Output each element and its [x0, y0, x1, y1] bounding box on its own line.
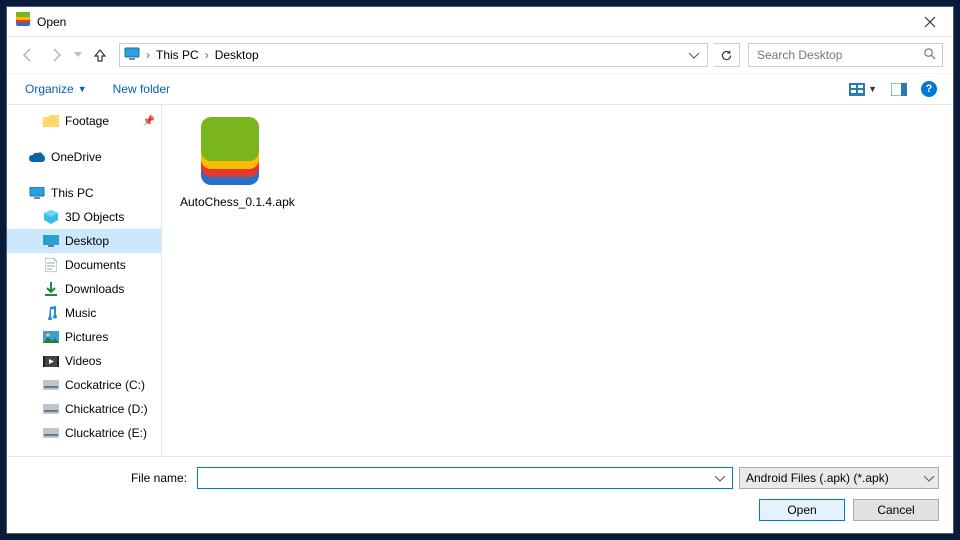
- sidebar-item-thispc[interactable]: This PC: [7, 181, 161, 205]
- preview-pane-button[interactable]: [887, 80, 911, 99]
- search-icon: [923, 47, 936, 63]
- back-button[interactable]: [15, 42, 41, 68]
- file-pane[interactable]: AutoChess_0.1.4.apk: [162, 105, 953, 456]
- desktop-icon: [43, 235, 59, 247]
- cancel-button[interactable]: Cancel: [853, 499, 939, 521]
- sidebar-item-music[interactable]: Music: [7, 301, 161, 325]
- sidebar-item-footage[interactable]: Footage 📌: [7, 109, 161, 133]
- download-icon: [43, 282, 59, 296]
- app-icon: [15, 12, 31, 31]
- up-button[interactable]: [87, 42, 113, 68]
- search-input[interactable]: [755, 47, 923, 63]
- filename-label: File name:: [21, 471, 191, 485]
- titlebar: Open: [7, 7, 953, 37]
- recent-dropdown-icon[interactable]: [71, 42, 85, 68]
- filetype-filter[interactable]: Android Files (.apk) (*.apk): [739, 467, 939, 489]
- open-dialog: Open › This PC › Desktop: [6, 6, 954, 534]
- breadcrumb-thispc[interactable]: This PC: [152, 44, 203, 66]
- pin-icon: 📌: [143, 116, 155, 127]
- chevron-down-icon: ▼: [78, 84, 87, 94]
- monitor-icon: [29, 187, 45, 200]
- view-options-button[interactable]: ▼: [845, 80, 881, 99]
- chevron-down-icon: [924, 471, 934, 485]
- music-icon: [43, 306, 59, 320]
- sidebar-item-onedrive[interactable]: OneDrive: [7, 145, 161, 169]
- window-title: Open: [37, 15, 907, 29]
- sidebar-item-drive-e[interactable]: Cluckatrice (E:): [7, 421, 161, 445]
- filename-input[interactable]: [202, 470, 712, 486]
- cube-icon: [43, 210, 59, 224]
- chevron-right-icon: ›: [144, 48, 152, 62]
- drive-icon: [43, 404, 59, 414]
- sidebar-item-videos[interactable]: Videos: [7, 349, 161, 373]
- filetype-label: Android Files (.apk) (*.apk): [746, 471, 924, 485]
- filename-combo[interactable]: [197, 467, 733, 489]
- open-button[interactable]: Open: [759, 499, 845, 521]
- sidebar-item-desktop[interactable]: Desktop: [7, 229, 161, 253]
- monitor-icon: [124, 47, 140, 64]
- document-icon: [43, 258, 59, 272]
- folder-icon: [43, 115, 59, 127]
- breadcrumb-desktop[interactable]: Desktop: [211, 44, 263, 66]
- sidebar-item-drive-d[interactable]: Chickatrice (D:): [7, 397, 161, 421]
- close-button[interactable]: [907, 7, 953, 37]
- navigation-row: › This PC › Desktop: [7, 37, 953, 73]
- drive-icon: [43, 428, 59, 438]
- drive-icon: [43, 380, 59, 390]
- address-dropdown-icon[interactable]: [683, 48, 705, 62]
- file-label: AutoChess_0.1.4.apk: [180, 195, 280, 209]
- refresh-button[interactable]: [714, 43, 740, 67]
- chevron-down-icon: ▼: [868, 84, 877, 94]
- file-item-apk[interactable]: AutoChess_0.1.4.apk: [180, 119, 280, 209]
- toolbar: Organize ▼ New folder ▼ ?: [7, 73, 953, 105]
- sidebar-item-pictures[interactable]: Pictures: [7, 325, 161, 349]
- cloud-icon: [29, 152, 45, 163]
- sidebar-item-drive-c[interactable]: Cockatrice (C:): [7, 373, 161, 397]
- navigation-sidebar[interactable]: Footage 📌 OneDrive This PC: [7, 105, 162, 456]
- bluestacks-apk-icon: [185, 119, 275, 191]
- help-icon: ?: [921, 81, 937, 97]
- address-bar[interactable]: › This PC › Desktop: [119, 43, 708, 67]
- dialog-footer: File name: Android Files (.apk) (*.apk) …: [7, 456, 953, 533]
- help-button[interactable]: ?: [917, 78, 941, 100]
- sidebar-item-3dobjects[interactable]: 3D Objects: [7, 205, 161, 229]
- chevron-down-icon[interactable]: [712, 471, 728, 485]
- new-folder-label: New folder: [113, 82, 170, 96]
- forward-button[interactable]: [43, 42, 69, 68]
- search-box[interactable]: [748, 43, 943, 67]
- picture-icon: [43, 331, 59, 343]
- sidebar-item-downloads[interactable]: Downloads: [7, 277, 161, 301]
- video-icon: [43, 356, 59, 367]
- organize-label: Organize: [25, 82, 74, 96]
- sidebar-item-documents[interactable]: Documents: [7, 253, 161, 277]
- chevron-right-icon: ›: [203, 48, 211, 62]
- organize-menu[interactable]: Organize ▼: [19, 78, 93, 100]
- new-folder-button[interactable]: New folder: [107, 78, 176, 100]
